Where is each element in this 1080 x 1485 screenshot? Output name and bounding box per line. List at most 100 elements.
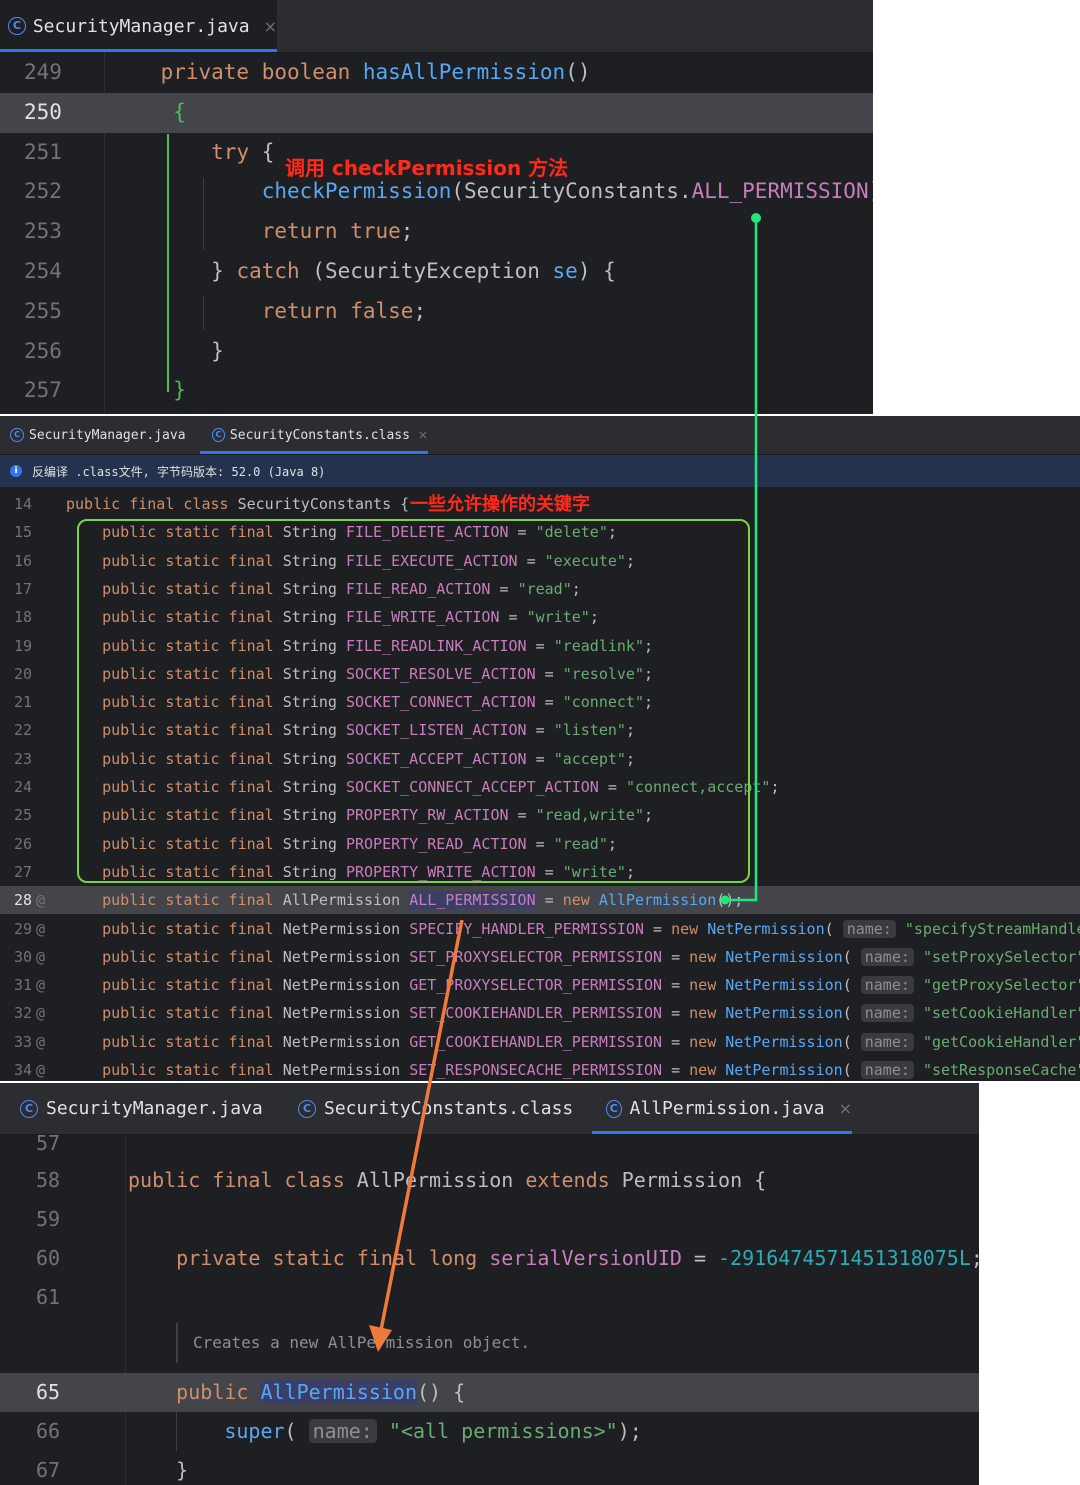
code-line[interactable]: 34 @ public static final NetPermission SE… xyxy=(0,1056,1080,1081)
indent-guide xyxy=(167,134,169,392)
java-class-icon: C xyxy=(606,1099,622,1118)
override-marker-icon[interactable]: @ xyxy=(36,1056,45,1081)
active-tab-underline xyxy=(0,49,277,52)
code-line[interactable]: 28 @ public static final AllPermission AL… xyxy=(0,886,1080,915)
line-number: 58 xyxy=(36,1168,61,1192)
close-icon[interactable]: × xyxy=(839,1099,852,1118)
line-number: 29 xyxy=(14,919,33,938)
line-number: 257 xyxy=(24,378,62,403)
line-number: 60 xyxy=(36,1246,61,1270)
code-text: public AllPermission() { xyxy=(176,1380,466,1404)
close-icon[interactable]: × xyxy=(264,17,277,36)
close-icon[interactable]: × xyxy=(418,428,428,442)
code-line[interactable]: 249 private boolean hasAllPermission() xyxy=(0,53,873,93)
code-line[interactable]: 250 { xyxy=(0,92,873,133)
line-number: 256 xyxy=(24,338,62,363)
tab-security-manager-java[interactable]: C SecurityManager.java xyxy=(0,416,190,454)
tab-label: SecurityManager.java xyxy=(29,427,186,443)
code-text: return true; xyxy=(261,219,414,244)
line-number: 254 xyxy=(24,259,62,283)
code-text: { xyxy=(173,99,186,124)
line-number: 57 xyxy=(36,1131,61,1155)
line-number: 27 xyxy=(14,862,33,881)
code-line[interactable]: 59 xyxy=(0,1200,979,1239)
code-line[interactable]: 257 } xyxy=(0,371,873,411)
line-number: 249 xyxy=(24,60,62,84)
code-line[interactable]: 254 } catch (SecurityException se) { xyxy=(0,252,873,292)
tab-security-constants-class[interactable]: C SecurityConstants.class xyxy=(280,1083,580,1134)
line-number: 24 xyxy=(14,778,33,796)
tab-all-permission-java[interactable]: C AllPermission.java × xyxy=(592,1083,852,1134)
line-number: 28 xyxy=(14,891,33,910)
editor-panel-all-permission: C SecurityManager.java C SecurityConstan… xyxy=(0,1083,979,1485)
line-number: 17 xyxy=(14,579,33,598)
code-line[interactable]: 256 } xyxy=(0,332,873,372)
line-number: 22 xyxy=(14,721,33,740)
info-icon: i xyxy=(10,465,22,477)
line-number: 33 xyxy=(14,1032,33,1051)
override-marker-icon[interactable]: @ xyxy=(36,971,45,999)
line-number: 23 xyxy=(14,749,33,768)
tab-security-manager-java[interactable]: C SecurityManager.java × xyxy=(0,0,277,52)
annotation-call-checkpermission: 调用 checkPermission 方法 xyxy=(285,156,569,180)
line-number: 25 xyxy=(14,806,33,825)
tab-label: SecurityManager.java xyxy=(46,1098,263,1119)
override-marker-icon[interactable]: @ xyxy=(36,886,45,914)
code-text: public final class SecurityConstants { xyxy=(66,495,410,513)
class-file-icon: C xyxy=(212,428,225,442)
code-line[interactable]: 32 @ public static final NetPermission SE… xyxy=(0,999,1080,1027)
info-text: 反编译 .class文件, 字节码版本: 52.0 (Java 8) xyxy=(32,464,326,479)
java-class-icon: C xyxy=(20,1099,38,1118)
override-marker-icon[interactable]: @ xyxy=(36,999,45,1027)
tab-label: SecurityManager.java xyxy=(32,15,250,37)
override-marker-icon[interactable]: @ xyxy=(36,1028,45,1056)
code-line[interactable]: 61 xyxy=(0,1278,979,1317)
code-line[interactable]: 67 } xyxy=(0,1451,979,1485)
line-number: 16 xyxy=(14,551,33,570)
code-text: super( name: "<all permissions>"); xyxy=(224,1419,642,1443)
editor-panel-security-constants: C SecurityManager.java C SecurityConstan… xyxy=(0,416,1080,1081)
code-text: public static final AllPermission ALL_PE… xyxy=(102,891,744,910)
line-number: 21 xyxy=(14,693,33,712)
line-number: 26 xyxy=(14,834,33,853)
code-text: return false; xyxy=(261,298,427,323)
tab-security-manager-java[interactable]: C SecurityManager.java xyxy=(0,1083,270,1134)
line-number: 19 xyxy=(14,636,33,655)
code-line[interactable]: 255 return false; xyxy=(0,292,873,332)
line-number: 255 xyxy=(24,298,62,323)
code-text: public static final NetPermission SPECIF… xyxy=(102,919,1080,938)
code-text: public final class AllPermission extends… xyxy=(128,1168,767,1192)
code-line[interactable]: 31 @ public static final NetPermission GE… xyxy=(0,971,1080,999)
override-marker-icon[interactable]: @ xyxy=(36,943,45,971)
code-text: private boolean hasAllPermission() xyxy=(160,60,591,84)
override-marker-icon[interactable]: @ xyxy=(36,915,45,943)
tab-label: SecurityConstants.class xyxy=(324,1098,574,1119)
line-number: 31 xyxy=(14,976,33,995)
java-class-icon: C xyxy=(10,428,24,442)
code-line[interactable]: 65 public AllPermission() { xyxy=(0,1373,979,1412)
code-line[interactable]: 66 super( name: "<all permissions>"); xyxy=(0,1412,979,1451)
code-line[interactable]: 58 public final class AllPermission exten… xyxy=(0,1161,979,1200)
tab-bar: C SecurityManager.java × xyxy=(0,0,873,53)
code-line[interactable]: 29 @ public static final NetPermission SP… xyxy=(0,915,1080,943)
class-file-icon: C xyxy=(298,1099,316,1118)
line-number: 250 xyxy=(24,99,62,124)
line-number: 30 xyxy=(14,947,33,966)
indent-guide xyxy=(203,178,204,250)
code-text: public static final NetPermission GET_CO… xyxy=(102,1032,1080,1051)
code-line[interactable]: 253 return true; xyxy=(0,212,873,252)
code-text: } xyxy=(173,378,186,403)
editor-panel-security-manager: C SecurityManager.java × 249 private boo… xyxy=(0,0,873,414)
line-number: 253 xyxy=(24,219,62,244)
line-number: 18 xyxy=(14,608,33,627)
line-number: 14 xyxy=(14,495,33,513)
code-text: public static final NetPermission SET_CO… xyxy=(102,1004,1080,1023)
code-line[interactable]: 30 @ public static final NetPermission SE… xyxy=(0,943,1080,971)
tab-security-constants-class[interactable]: C SecurityConstants.class × xyxy=(200,416,428,454)
code-line[interactable]: 60 private static final long serialVersi… xyxy=(0,1239,979,1278)
code-text: public static final NetPermission GET_PR… xyxy=(102,976,1080,995)
code-line[interactable]: 33 @ public static final NetPermission GE… xyxy=(0,1028,1080,1056)
tab-bar: C SecurityManager.java C SecurityConstan… xyxy=(0,1083,979,1135)
tab-bar: C SecurityManager.java C SecurityConstan… xyxy=(0,416,1080,455)
code-line[interactable]: 57 xyxy=(0,1131,979,1155)
